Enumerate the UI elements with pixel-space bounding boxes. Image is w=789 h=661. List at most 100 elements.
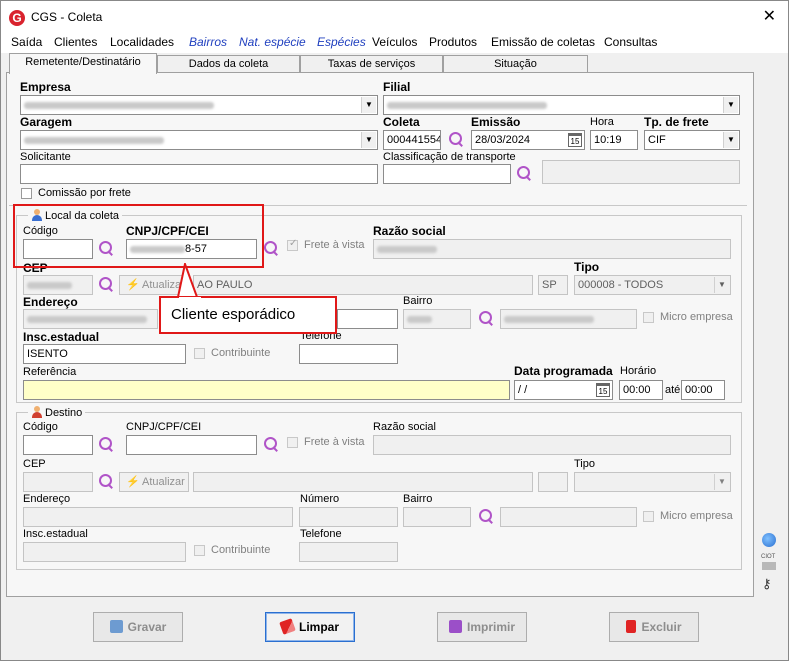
group-title-text: Destino <box>45 407 83 419</box>
filial-label: Filial <box>383 80 411 94</box>
menu-bar: Saída Clientes Localidades Bairros Nat. … <box>1 31 788 53</box>
chevron-down-icon[interactable]: ▼ <box>723 132 738 148</box>
gravar-button[interactable]: Gravar <box>93 612 183 642</box>
tipo-select[interactable]: ▼ <box>574 472 731 492</box>
chevron-down-icon[interactable]: ▼ <box>714 277 729 293</box>
menu-especies[interactable]: Espécies <box>317 35 366 49</box>
uf-field: SP <box>538 275 568 295</box>
tp-frete-select[interactable]: CIF ▼ <box>644 130 740 150</box>
micro-empresa-label: Micro empresa <box>660 311 733 323</box>
telefone-field[interactable] <box>299 344 398 364</box>
coleta-number-field[interactable]: 000441554 <box>383 130 441 150</box>
menu-veiculos[interactable]: Veículos <box>372 35 417 49</box>
menu-emissao-coletas[interactable]: Emissão de coletas <box>491 35 595 49</box>
solicitante-field[interactable] <box>20 164 378 184</box>
bairro-label: Bairro <box>403 295 433 307</box>
menu-nat-especie[interactable]: Nat. espécie <box>239 35 306 49</box>
micro-empresa-checkbox[interactable] <box>643 312 654 323</box>
telefone-label: Telefone <box>300 528 342 540</box>
chevron-down-icon[interactable]: ▼ <box>361 97 376 113</box>
filial-select[interactable]: ▼ <box>383 95 740 115</box>
chevron-down-icon[interactable]: ▼ <box>714 474 729 490</box>
comissao-checkbox[interactable] <box>21 188 32 199</box>
search-icon[interactable] <box>478 508 494 524</box>
excluir-button[interactable]: Excluir <box>609 612 699 642</box>
tipo-select[interactable]: 000008 - TODOS ▼ <box>574 275 731 295</box>
endereco-label: Endereço <box>23 493 71 505</box>
tipo-value: 000008 - TODOS <box>578 279 664 291</box>
search-icon[interactable] <box>98 436 114 452</box>
chevron-down-icon[interactable]: ▼ <box>361 132 376 148</box>
menu-clientes[interactable]: Clientes <box>54 35 97 49</box>
chevron-down-icon[interactable]: ▼ <box>723 97 738 113</box>
menu-bairros[interactable]: Bairros <box>189 35 227 49</box>
atualizar-button[interactable]: Atualizar <box>119 472 189 492</box>
coleta-label: Coleta <box>383 115 420 129</box>
callout-pointer <box>176 263 199 298</box>
tab-label: Remetente/Destinatário <box>25 56 141 68</box>
document-icon[interactable] <box>762 562 776 570</box>
destino-codigo-field[interactable] <box>23 435 93 455</box>
frete-vista-checkbox[interactable]: ✓ <box>287 238 298 251</box>
tab-dados-coleta[interactable]: Dados da coleta <box>157 55 300 73</box>
imprimir-button[interactable]: Imprimir <box>437 612 527 642</box>
tab-situacao[interactable]: Situação <box>443 55 588 73</box>
search-icon[interactable] <box>478 310 494 326</box>
garagem-select[interactable]: ▼ <box>20 130 378 150</box>
empresa-select[interactable]: ▼ <box>20 95 378 115</box>
menu-saida[interactable]: Saída <box>11 35 42 49</box>
masked-text <box>24 137 164 144</box>
callout-joint <box>179 297 201 300</box>
masked-text <box>407 316 432 323</box>
frete-vista-label: Frete à vista <box>304 436 365 448</box>
frete-vista-checkbox[interactable] <box>287 437 298 448</box>
contribuinte-checkbox[interactable] <box>194 545 205 556</box>
search-icon[interactable] <box>263 240 279 256</box>
close-icon[interactable]: ✕ <box>763 8 776 26</box>
hora-field[interactable]: 10:19 <box>590 130 638 150</box>
micro-empresa-checkbox[interactable] <box>643 511 654 522</box>
globe-icon[interactable] <box>762 533 776 547</box>
window-title: CGS - Coleta <box>31 10 103 24</box>
check-mark-icon: ✓ <box>289 238 298 249</box>
referencia-field[interactable] <box>23 380 510 400</box>
data-programada-field[interactable]: / / 15 <box>514 380 613 400</box>
destino-cnpj-field[interactable] <box>126 435 257 455</box>
menu-localidades[interactable]: Localidades <box>110 35 174 49</box>
destino-title: Destino <box>28 406 86 419</box>
callout-label: Cliente esporádico <box>159 296 337 334</box>
classificacao-label: Classificação de transporte <box>383 151 516 163</box>
search-icon[interactable] <box>516 165 532 181</box>
calendar-icon[interactable]: 15 <box>568 133 582 147</box>
horario-ate-field[interactable]: 00:00 <box>681 380 725 400</box>
classificacao-desc-field <box>542 160 740 184</box>
search-icon[interactable] <box>448 131 464 147</box>
menu-consultas[interactable]: Consultas <box>604 35 657 49</box>
horario-de-field[interactable]: 00:00 <box>619 380 663 400</box>
user-key-icon[interactable]: ⚷ <box>762 577 776 591</box>
limpar-button[interactable]: Limpar <box>265 612 355 642</box>
masked-text <box>504 316 594 323</box>
tab-remetente-destinatario[interactable]: Remetente/Destinatário <box>9 53 157 74</box>
search-icon[interactable] <box>263 436 279 452</box>
search-icon[interactable] <box>98 276 114 292</box>
masked-text <box>27 282 72 289</box>
uf-field <box>538 472 568 492</box>
contribuinte-checkbox[interactable] <box>194 348 205 359</box>
search-icon[interactable] <box>98 473 114 489</box>
coleta-window: G CGS - Coleta ✕ Saída Clientes Localida… <box>0 0 789 661</box>
bairro-name-field <box>500 507 637 527</box>
emissao-date-field[interactable]: 28/03/2024 15 <box>471 130 585 150</box>
numero-field[interactable] <box>337 309 398 329</box>
classificacao-field[interactable] <box>383 164 511 184</box>
razao-social-label: Razão social <box>373 421 436 433</box>
ate-label: até <box>665 384 681 396</box>
destino-cep-field <box>23 472 93 492</box>
tab-taxas-servicos[interactable]: Taxas de serviços <box>300 55 443 73</box>
cep-label: CEP <box>23 458 46 470</box>
insc-estadual-field[interactable]: ISENTO <box>23 344 186 364</box>
menu-produtos[interactable]: Produtos <box>429 35 477 49</box>
masked-text <box>387 102 547 109</box>
save-icon <box>109 620 123 633</box>
calendar-icon[interactable]: 15 <box>596 383 610 397</box>
